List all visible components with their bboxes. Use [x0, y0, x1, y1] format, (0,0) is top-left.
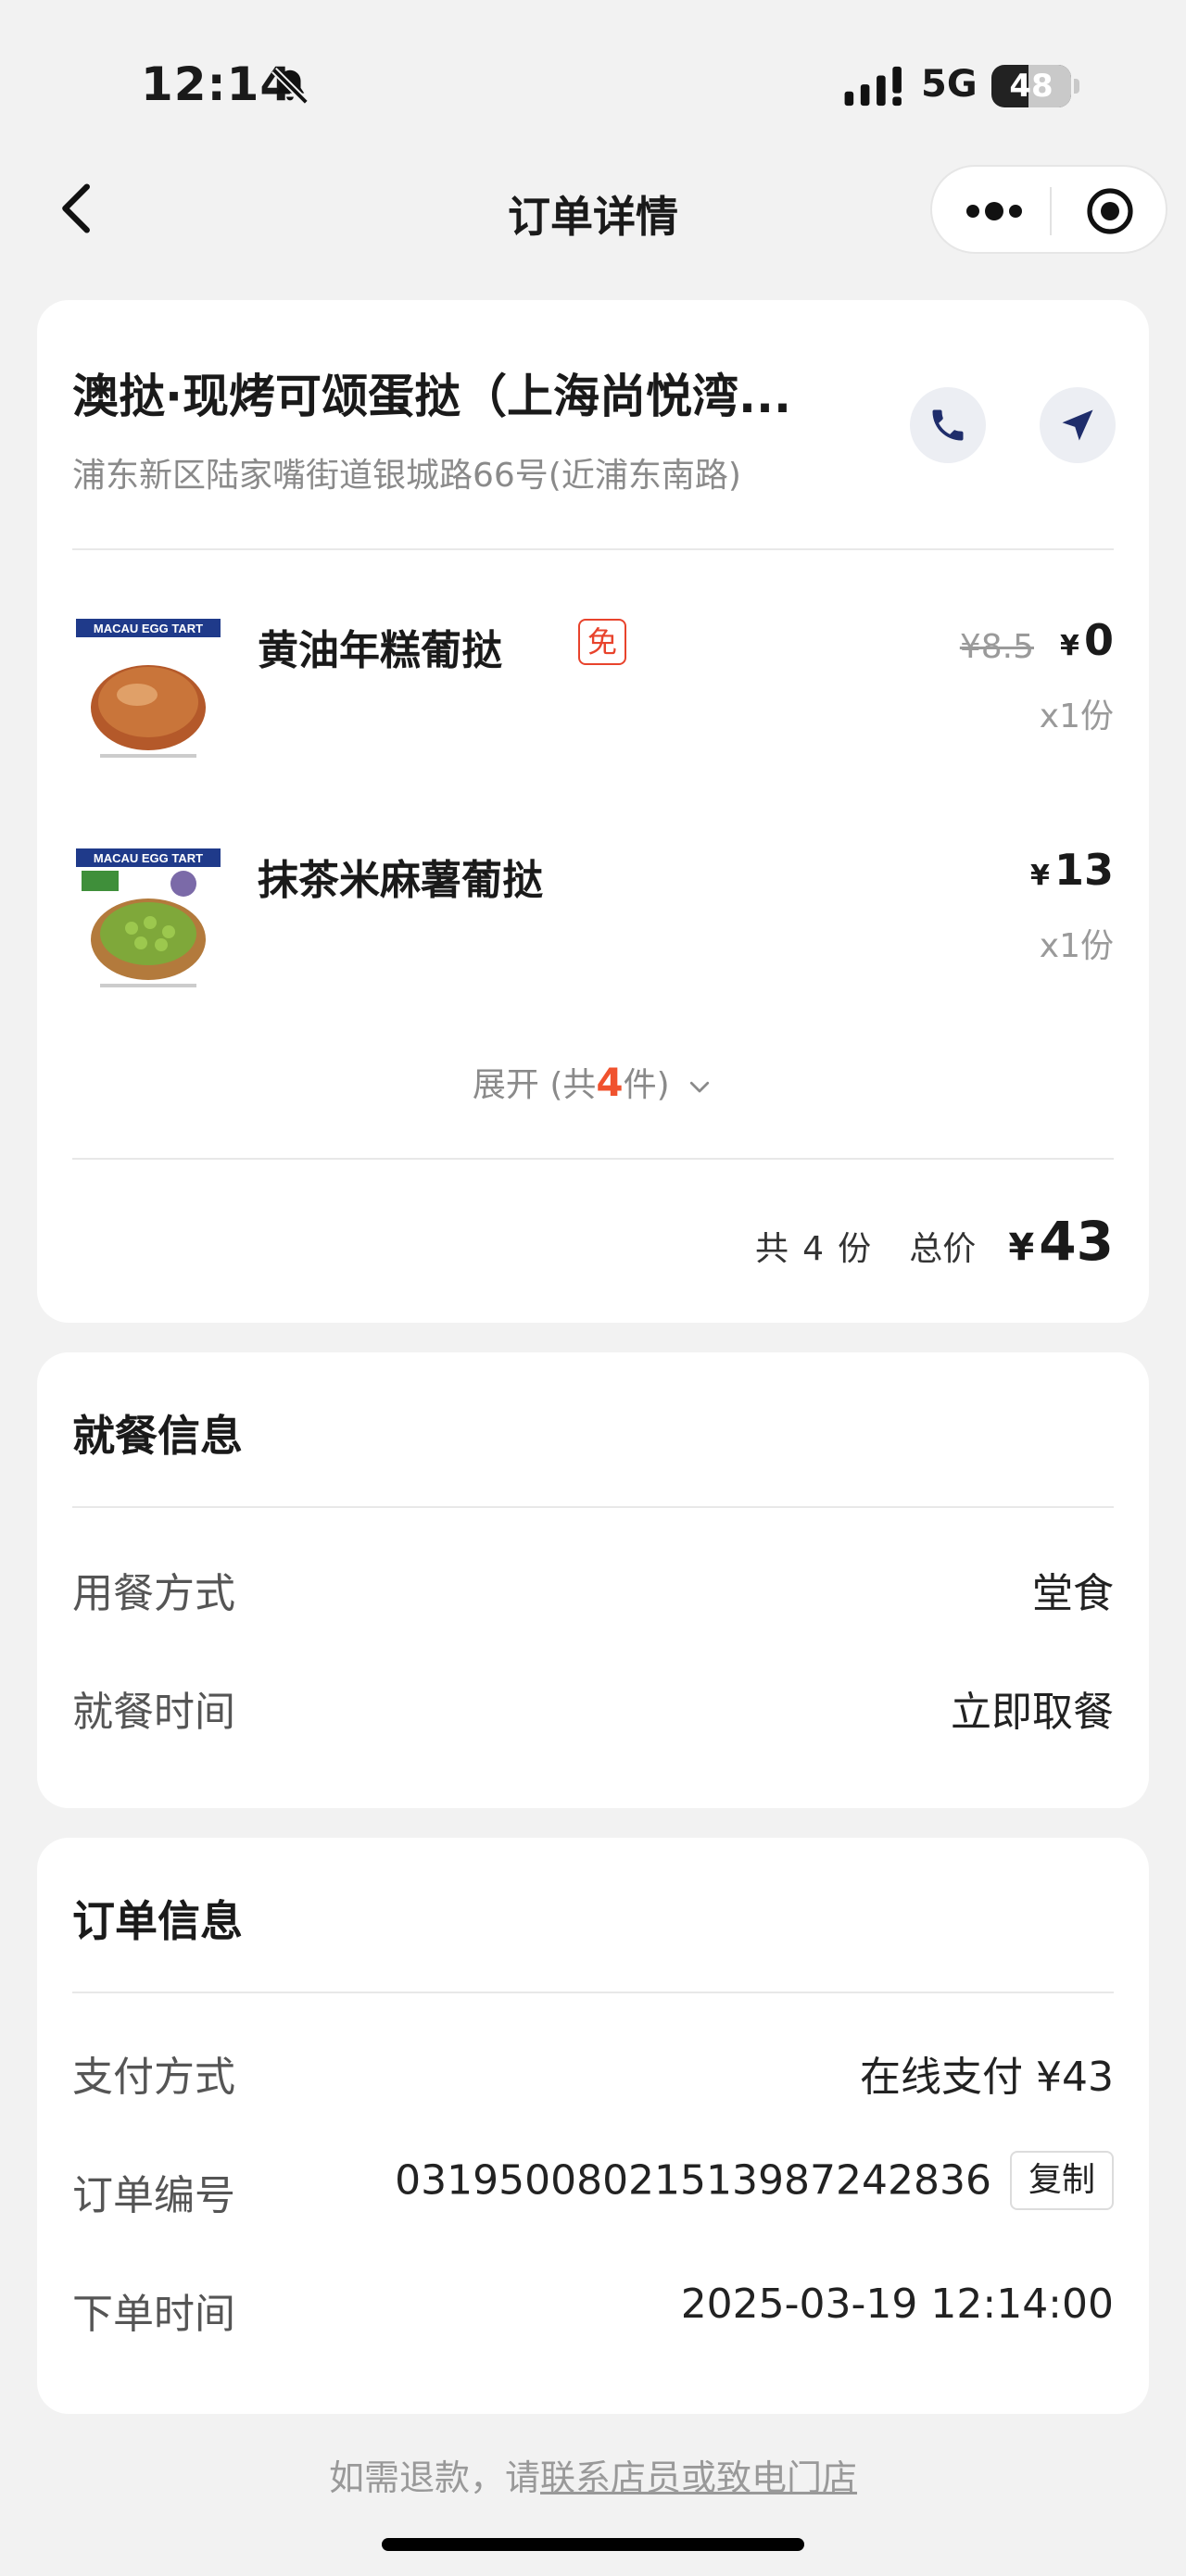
order-summary: 共 4 份 总价 ¥ 43	[755, 1210, 1114, 1273]
navigation-arrow-icon	[1062, 409, 1093, 441]
capsule-divider	[1050, 187, 1052, 235]
divider	[72, 1506, 1114, 1508]
expand-prefix: 展开 (共	[472, 1066, 597, 1104]
store-order-card: 澳挞·现烤可颂蛋挞（上海尚悦湾... 浦东新区陆家嘴街道银城路66号(近浦东南路…	[37, 300, 1149, 1323]
store-name: 澳挞·现烤可颂蛋挞（上海尚悦湾...	[72, 370, 791, 423]
butter-egg-tart-image: MACAU EGG TART	[72, 615, 224, 767]
dining-info-card: 就餐信息 用餐方式 堂食 就餐时间 立即取餐	[37, 1352, 1149, 1808]
order-number-value: 03195008021513987242836	[395, 2156, 991, 2205]
divider	[72, 548, 1114, 550]
total-label: 总价	[909, 1230, 977, 1268]
chevron-down-icon	[689, 1081, 710, 1093]
more-icon[interactable]	[965, 193, 1023, 230]
refund-note-prefix: 如需退款，请	[328, 2457, 540, 2498]
dining-time-label: 就餐时间	[72, 1689, 235, 1736]
item-price: ¥ 0	[1060, 615, 1114, 665]
price-currency: ¥	[1030, 860, 1050, 892]
image-label: MACAU EGG TART	[94, 851, 203, 865]
total-currency: ¥	[1008, 1226, 1035, 1269]
contact-store-link[interactable]: 联系店员或致电门店	[540, 2457, 857, 2498]
expand-suffix: 件)	[623, 1066, 670, 1104]
payment-method-value: 在线支付 ¥43	[860, 2054, 1114, 2101]
order-number-row: 03195008021513987242836 复制	[395, 2151, 1114, 2210]
count-prefix: 共	[755, 1230, 789, 1268]
dining-method-label: 用餐方式	[72, 1570, 235, 1617]
copy-button[interactable]: 复制	[1009, 2151, 1114, 2210]
call-store-button[interactable]	[910, 387, 986, 463]
expand-items-button[interactable]: 展开 (共4件)	[37, 1058, 1149, 1106]
cellular-signal-icon	[844, 66, 902, 107]
price-currency: ¥	[1060, 630, 1079, 662]
payment-method-label: 支付方式	[72, 2054, 235, 2101]
home-indicator[interactable]	[382, 2538, 804, 2551]
price-value: 13	[1054, 845, 1114, 895]
item-count: 4	[802, 1230, 825, 1268]
total-amount: 43	[1039, 1210, 1114, 1273]
order-item: MACAU EGG TART 抹茶米麻薯葡挞 ¥ 13 x1份	[72, 845, 1114, 1002]
image-label: MACAU EGG TART	[94, 622, 203, 635]
item-quantity: x1份	[1039, 697, 1114, 735]
close-target-icon[interactable]	[1084, 185, 1136, 237]
refund-note: 如需退款，请联系店员或致电门店	[0, 2449, 1186, 2500]
order-time-value: 2025-03-19 12:14:00	[680, 2281, 1114, 2328]
original-price: ¥8.5	[959, 628, 1034, 666]
battery-icon: 48	[991, 65, 1080, 107]
count-suffix: 份	[838, 1230, 872, 1268]
divider	[72, 1158, 1114, 1160]
bell-muted-icon	[271, 68, 309, 105]
matcha-egg-tart-image: MACAU EGG TART	[72, 845, 224, 997]
order-time-label: 下单时间	[72, 2291, 235, 2338]
network-type: 5G	[921, 63, 978, 106]
price-value: 0	[1083, 615, 1114, 665]
phone-icon	[932, 409, 964, 441]
item-name: 抹茶米麻薯葡挞	[258, 857, 543, 904]
nav-bar: 订单详情	[0, 148, 1186, 269]
dining-method-value: 堂食	[1032, 1570, 1114, 1617]
item-price: ¥ 13	[1030, 845, 1114, 895]
dining-time-value: 立即取餐	[951, 1689, 1114, 1736]
section-title: 订单信息	[72, 1896, 243, 1946]
order-item: MACAU EGG TART 黄油年糕葡挞 免 ¥8.5 ¥ 0 x1份	[72, 615, 1114, 773]
status-bar: 12:14 5G 48	[0, 0, 1186, 148]
item-name: 黄油年糕葡挞	[258, 627, 502, 674]
order-info-card: 订单信息 支付方式 在线支付 ¥43 订单编号 0319500802151398…	[37, 1838, 1149, 2414]
navigate-store-button[interactable]	[1040, 387, 1116, 463]
mini-program-capsule	[930, 165, 1167, 254]
order-number-label: 订单编号	[72, 2172, 235, 2219]
section-title: 就餐信息	[72, 1411, 243, 1461]
item-quantity: x1份	[1039, 927, 1114, 965]
divider	[72, 1992, 1114, 1993]
battery-level: 48	[1009, 68, 1054, 105]
store-address: 浦东新区陆家嘴街道银城路66号(近浦东南路)	[72, 457, 741, 495]
expand-count: 4	[596, 1060, 624, 1105]
free-tag: 免	[578, 619, 626, 665]
